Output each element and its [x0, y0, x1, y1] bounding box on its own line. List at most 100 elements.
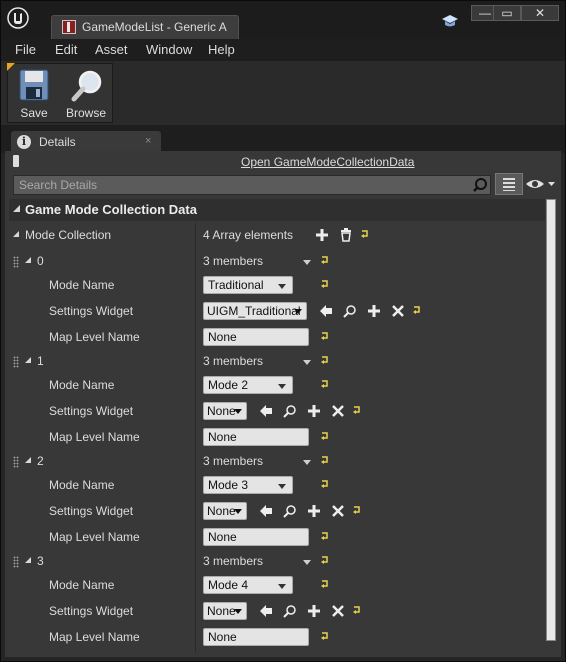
reset-to-default-icon[interactable]	[321, 380, 329, 388]
reset-to-default-icon[interactable]	[353, 406, 361, 414]
property-row-mode-name: Mode Name Mode 3	[9, 473, 545, 499]
drag-grip-icon[interactable]	[13, 556, 19, 568]
map-level-name-field[interactable]: None	[203, 528, 309, 546]
use-selected-icon[interactable]	[319, 304, 333, 318]
settings-widget-combo[interactable]: None	[203, 502, 247, 520]
collapse-arrow-icon[interactable]	[13, 231, 20, 238]
menu-window[interactable]: Window	[146, 42, 192, 57]
browse-asset-icon[interactable]	[343, 304, 357, 318]
reset-to-default-icon[interactable]	[353, 506, 361, 514]
reset-to-default-icon[interactable]	[321, 332, 329, 340]
search-placeholder: Search Details	[19, 178, 98, 192]
delete-icon[interactable]	[339, 228, 353, 242]
use-selected-icon[interactable]	[259, 504, 273, 518]
category-title: Game Mode Collection Data	[25, 202, 197, 217]
search-input[interactable]: Search Details	[13, 175, 491, 195]
browse-asset-icon[interactable]	[283, 504, 297, 518]
element-options-arrow[interactable]	[303, 260, 311, 265]
open-asset-link[interactable]: Open GameModeCollectionData	[241, 155, 414, 169]
category-header[interactable]: Game Mode Collection Data	[9, 199, 545, 221]
use-selected-icon[interactable]	[259, 604, 273, 618]
use-selected-icon[interactable]	[259, 404, 273, 418]
document-tab[interactable]: GameModeList - Generic A	[51, 15, 239, 39]
save-button[interactable]: Save	[10, 64, 58, 122]
reset-to-default-icon[interactable]	[413, 306, 421, 314]
add-icon[interactable]	[307, 604, 321, 618]
mode-name-combo[interactable]: Traditional	[203, 276, 293, 294]
settings-widget-combo[interactable]: None	[203, 602, 247, 620]
property-label: Mode Name	[49, 278, 115, 292]
unreal-logo-icon[interactable]	[7, 7, 29, 29]
browse-asset-icon[interactable]	[283, 604, 297, 618]
menu-file[interactable]: File	[15, 42, 36, 57]
browse-asset-icon[interactable]	[283, 404, 297, 418]
mode-name-combo[interactable]: Mode 2	[203, 376, 293, 394]
map-level-name-field[interactable]: None	[203, 628, 309, 646]
property-label: Settings Widget	[49, 604, 134, 618]
menu-edit[interactable]: Edit	[55, 42, 77, 57]
drag-grip-icon[interactable]	[13, 356, 19, 368]
array-element-row: 1 3 members	[9, 349, 545, 375]
learn-cap-icon[interactable]	[441, 13, 459, 29]
reset-to-default-icon[interactable]	[321, 256, 329, 264]
reset-to-default-icon[interactable]	[321, 556, 329, 564]
property-row-map-level-name: Map Level Name None	[9, 325, 545, 351]
array-element-index: 3	[37, 554, 44, 568]
add-icon[interactable]	[367, 304, 381, 318]
property-row-settings-widget: Settings Widget None	[9, 499, 545, 525]
property-label: Mode Collection	[25, 228, 112, 242]
search-icon[interactable]	[472, 177, 488, 193]
reset-to-default-icon[interactable]	[321, 580, 329, 588]
view-options-button[interactable]	[495, 173, 523, 195]
property-row-mode-collection: Mode Collection 4 Array elements	[9, 223, 545, 249]
reset-to-default-icon[interactable]	[321, 432, 329, 440]
mode-name-combo[interactable]: Mode 3	[203, 476, 293, 494]
clear-icon[interactable]	[331, 504, 345, 518]
reset-to-default-icon[interactable]	[321, 632, 329, 640]
add-icon[interactable]	[307, 504, 321, 518]
map-level-name-field[interactable]: None	[203, 428, 309, 446]
collapse-arrow-icon[interactable]	[25, 357, 32, 364]
maximize-button[interactable]: ▭	[493, 5, 521, 21]
tab-details[interactable]: i Details ×	[11, 131, 161, 153]
collapse-arrow-icon[interactable]	[25, 557, 32, 564]
settings-widget-combo[interactable]: UIGM_Traditional	[203, 302, 307, 320]
reset-to-default-icon[interactable]	[321, 356, 329, 364]
reset-to-default-icon[interactable]	[353, 606, 361, 614]
scrollbar[interactable]	[546, 199, 556, 641]
reset-to-default-icon[interactable]	[321, 456, 329, 464]
menu-help[interactable]: Help	[208, 42, 235, 57]
drag-grip-icon[interactable]	[13, 456, 19, 468]
drag-grip-icon[interactable]	[13, 256, 19, 268]
reset-to-default-icon[interactable]	[321, 280, 329, 288]
reset-to-default-icon[interactable]	[321, 480, 329, 488]
chevron-down-icon	[278, 284, 286, 289]
toolbar-corner-marker	[7, 63, 15, 71]
menu-asset[interactable]: Asset	[95, 42, 128, 57]
title-bar[interactable]: GameModeList - Generic A — ▭ ✕	[1, 1, 565, 39]
eye-icon[interactable]	[525, 177, 557, 191]
add-icon[interactable]	[315, 228, 329, 242]
pin-icon[interactable]	[13, 155, 19, 167]
menu-bar: File Edit Asset Window Help	[1, 39, 565, 61]
reset-to-default-icon[interactable]	[361, 230, 369, 238]
add-icon[interactable]	[307, 404, 321, 418]
clear-icon[interactable]	[331, 404, 345, 418]
collapse-arrow-icon[interactable]	[25, 257, 32, 264]
view-options-icon	[503, 178, 515, 191]
reset-to-default-icon[interactable]	[321, 532, 329, 540]
clear-icon[interactable]	[331, 604, 345, 618]
tab-close-icon[interactable]: ×	[145, 135, 151, 147]
clear-icon[interactable]	[391, 304, 405, 318]
close-window-button[interactable]: ✕	[521, 5, 559, 21]
settings-widget-combo[interactable]: None	[203, 402, 247, 420]
browse-button[interactable]: Browse	[62, 64, 110, 122]
element-options-arrow[interactable]	[303, 360, 311, 365]
property-row-map-level-name: Map Level Name None	[9, 425, 545, 451]
element-options-arrow[interactable]	[303, 460, 311, 465]
collapse-arrow-icon[interactable]	[25, 457, 32, 464]
property-label: Map Level Name	[49, 330, 140, 344]
mode-name-combo[interactable]: Mode 4	[203, 576, 293, 594]
element-options-arrow[interactable]	[303, 560, 311, 565]
map-level-name-field[interactable]: None	[203, 328, 309, 346]
